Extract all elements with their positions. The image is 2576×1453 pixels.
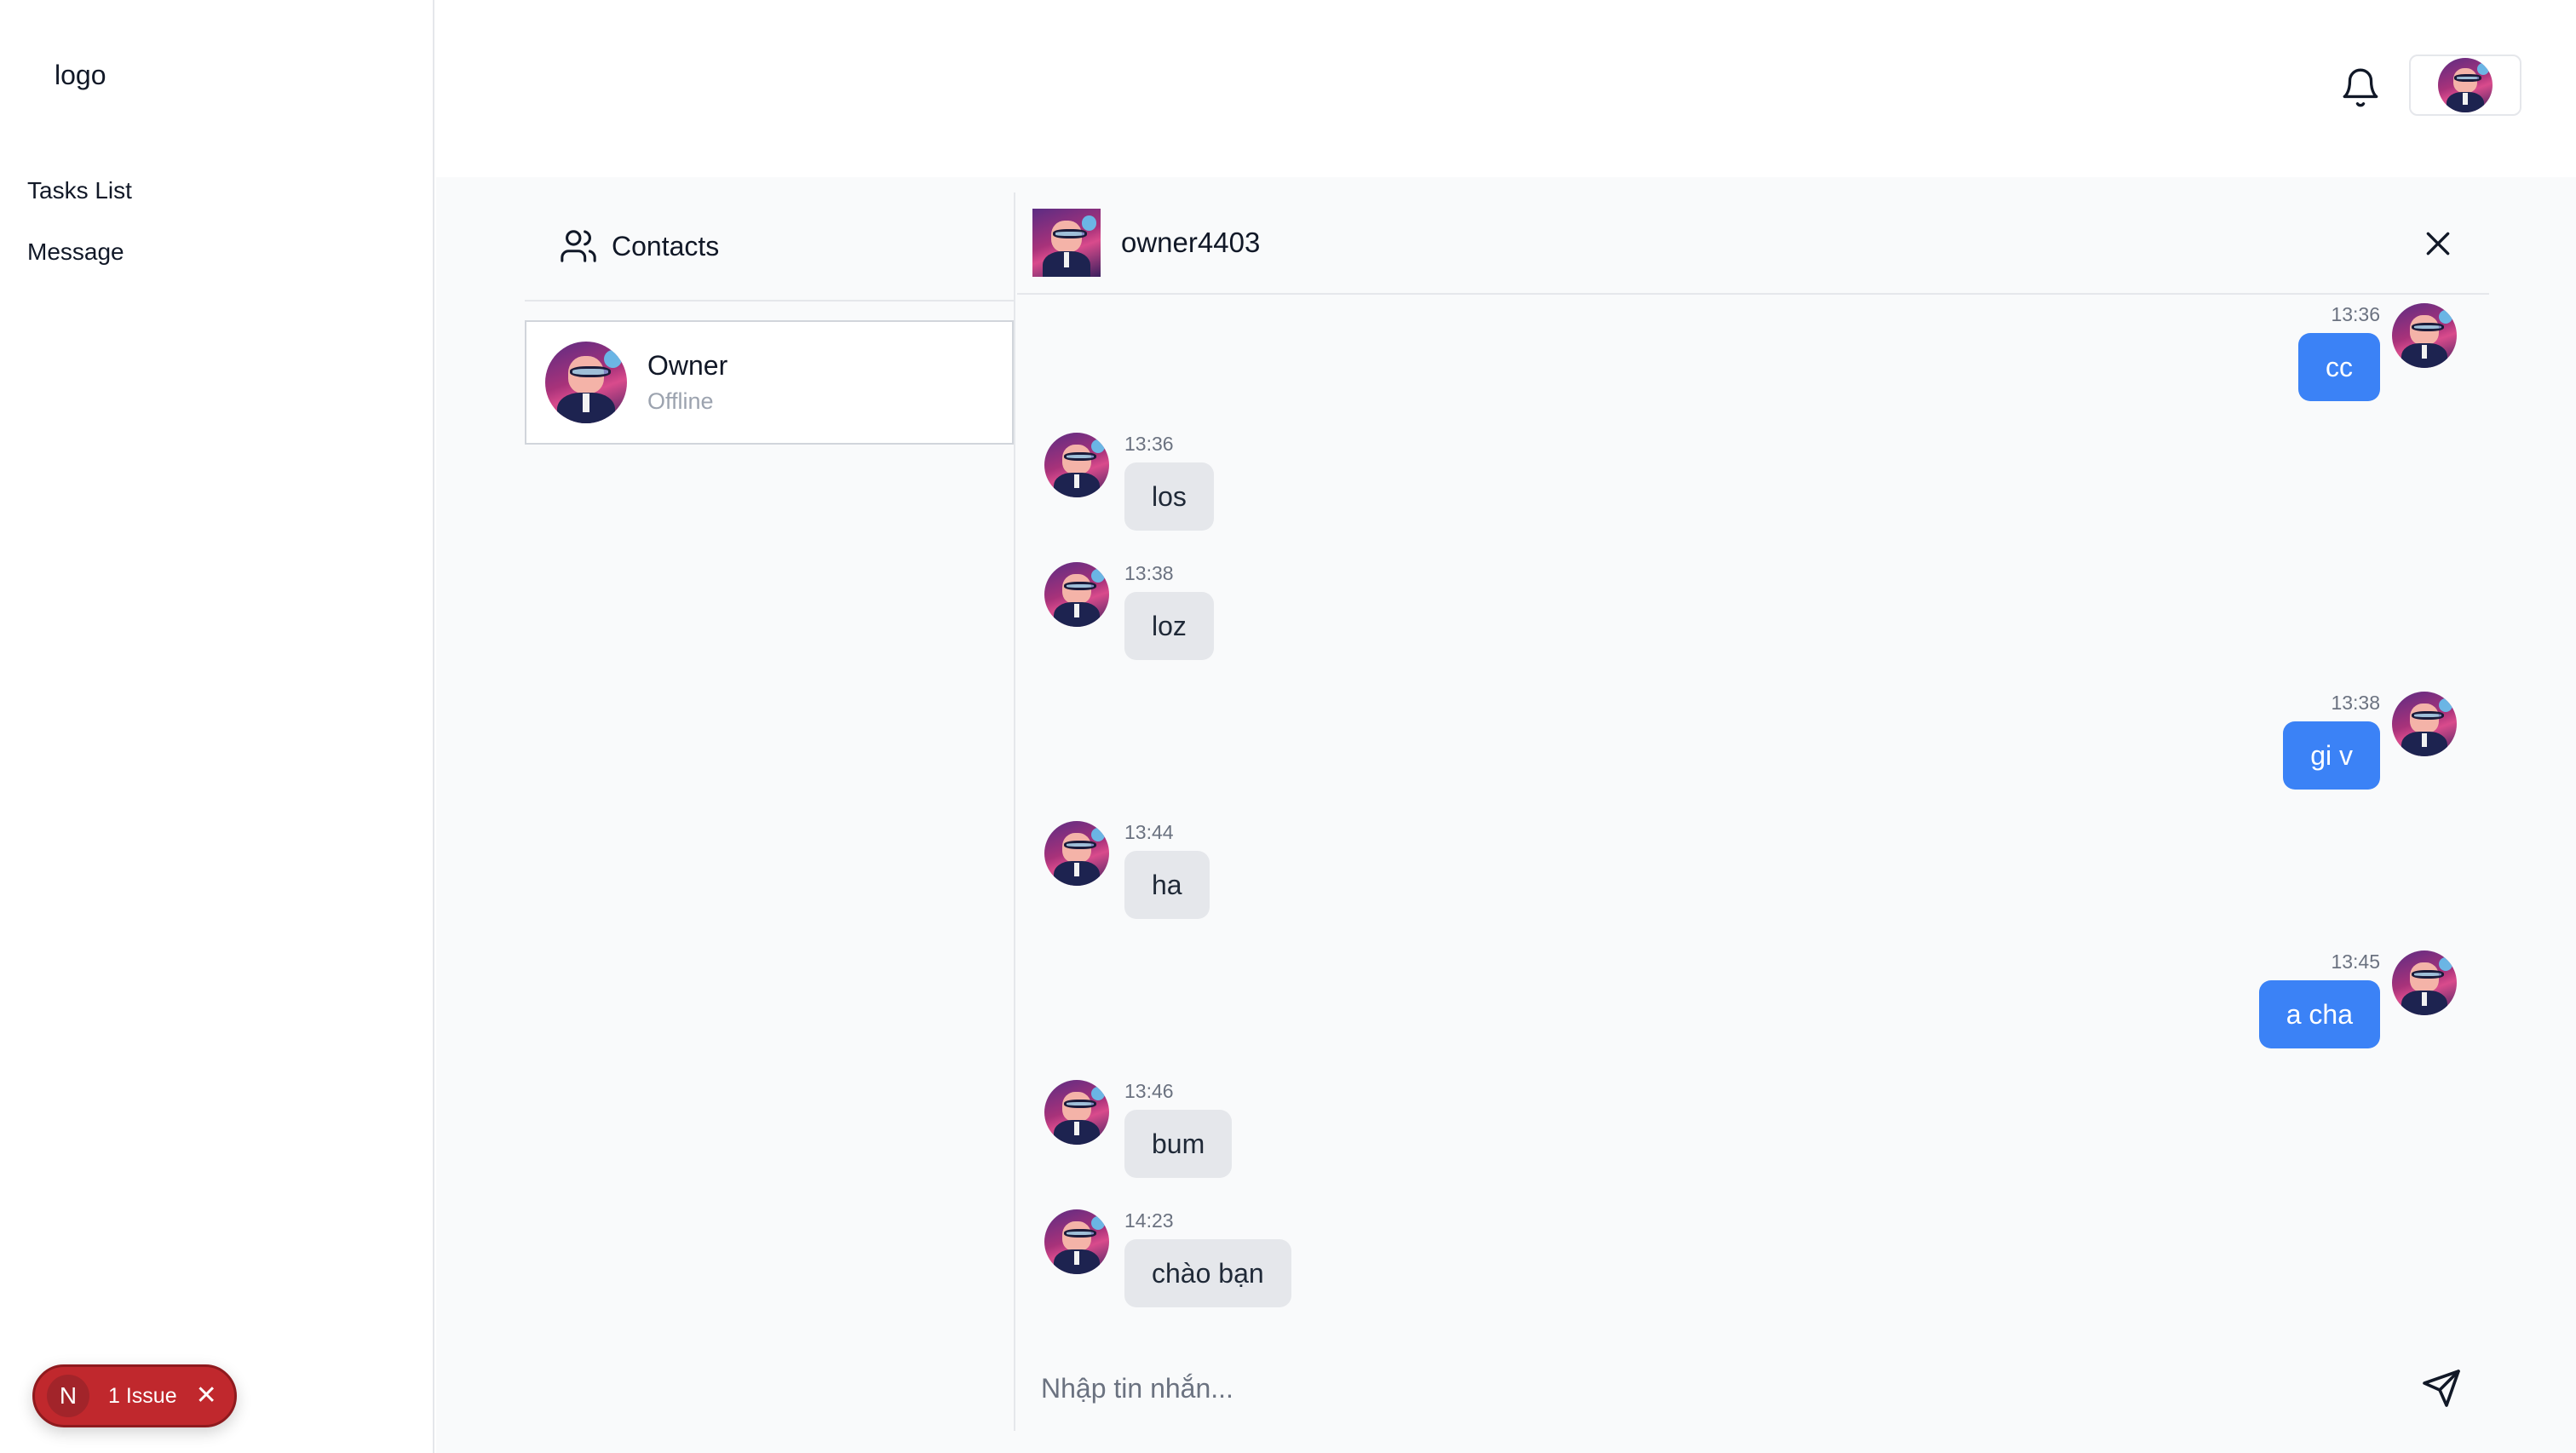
nextjs-logo-icon[interactable]: N bbox=[47, 1375, 89, 1417]
message-bubble: ha bbox=[1124, 851, 1210, 919]
close-icon[interactable] bbox=[2421, 227, 2455, 261]
users-icon bbox=[561, 230, 596, 262]
message-outgoing: 13:38 gi v bbox=[2130, 692, 2380, 790]
message-incoming: 13:38 loz bbox=[1124, 562, 1214, 660]
sidebar: logo Tasks List Message N 1 Issue ✕ bbox=[0, 0, 434, 1453]
bell-icon[interactable] bbox=[2339, 66, 2382, 109]
message-time: 13:45 bbox=[2331, 950, 2380, 973]
user-menu-button[interactable] bbox=[2409, 55, 2521, 116]
message-outgoing: 13:45 a cha bbox=[2130, 950, 2380, 1048]
message-time: 13:46 bbox=[1124, 1080, 1174, 1102]
message-incoming: 13:44 ha bbox=[1124, 821, 1210, 919]
avatar bbox=[2438, 58, 2493, 112]
avatar bbox=[1044, 1209, 1109, 1274]
message-bubble: cc bbox=[2298, 333, 2380, 401]
top-header bbox=[436, 0, 2576, 177]
issue-badge[interactable]: N 1 Issue ✕ bbox=[32, 1364, 237, 1427]
avatar bbox=[1044, 1080, 1109, 1145]
contacts-title: Contacts bbox=[612, 230, 720, 261]
message-incoming: 13:36 los bbox=[1124, 433, 1214, 531]
message-bubble: loz bbox=[1124, 592, 1214, 660]
message-bubble: bum bbox=[1124, 1110, 1233, 1178]
contact-status: Offline bbox=[647, 388, 714, 414]
avatar bbox=[545, 342, 627, 423]
message-time: 13:38 bbox=[2331, 692, 2380, 714]
send-icon[interactable] bbox=[2421, 1368, 2462, 1409]
message-bubble: gi v bbox=[2283, 721, 2380, 790]
chat-header: owner4403 bbox=[1017, 192, 2489, 295]
avatar bbox=[1044, 562, 1109, 627]
contacts-panel: Contacts Owner Offline bbox=[525, 192, 1015, 1431]
chat-username: owner4403 bbox=[1121, 227, 1261, 258]
avatar bbox=[2392, 692, 2457, 756]
message-bubble: chào bạn bbox=[1124, 1239, 1291, 1307]
sidebar-item-tasks-list[interactable]: Tasks List bbox=[27, 177, 132, 204]
message-bubble: a cha bbox=[2258, 980, 2380, 1048]
message-incoming: 13:46 bum bbox=[1124, 1080, 1233, 1178]
avatar bbox=[1044, 821, 1109, 886]
avatar bbox=[1044, 433, 1109, 497]
message-incoming: 14:23 chào bạn bbox=[1124, 1209, 1291, 1307]
message-time: 14:23 bbox=[1124, 1209, 1174, 1232]
message-input[interactable] bbox=[1041, 1354, 2319, 1422]
sidebar-item-message[interactable]: Message bbox=[27, 238, 124, 266]
close-icon[interactable]: ✕ bbox=[196, 1383, 217, 1409]
message-time: 13:44 bbox=[1124, 821, 1174, 843]
message-outgoing: 13:36 cc bbox=[2130, 303, 2380, 401]
message-time: 13:38 bbox=[1124, 562, 1174, 584]
logo[interactable]: logo bbox=[55, 60, 106, 91]
chat-user-avatar bbox=[1032, 209, 1101, 277]
message-time: 13:36 bbox=[1124, 433, 1174, 455]
contacts-header: Contacts bbox=[525, 192, 1014, 302]
issue-count-label[interactable]: 1 Issue bbox=[108, 1384, 177, 1409]
message-composer bbox=[1017, 1354, 2489, 1422]
message-bubble: los bbox=[1124, 462, 1214, 531]
contact-item[interactable]: Owner Offline bbox=[525, 320, 1014, 445]
avatar bbox=[2392, 303, 2457, 368]
contact-name: Owner bbox=[647, 350, 728, 381]
message-time: 13:36 bbox=[2331, 303, 2380, 325]
avatar bbox=[2392, 950, 2457, 1015]
